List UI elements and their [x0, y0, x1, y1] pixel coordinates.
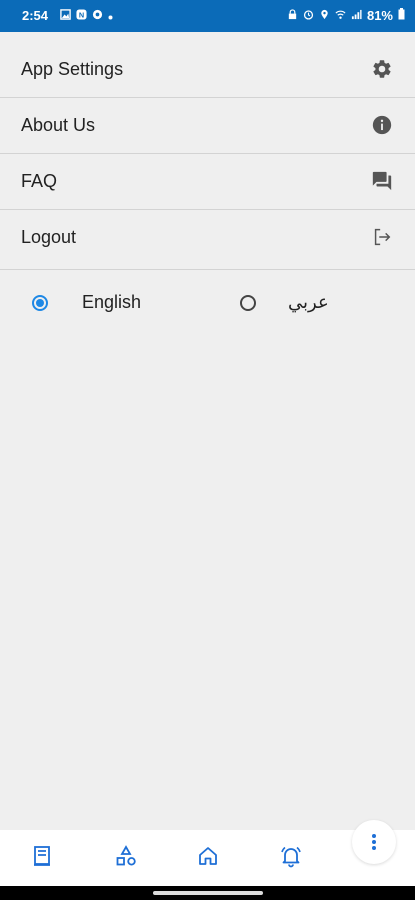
location-icon: [319, 8, 330, 23]
signal-icon: [351, 8, 362, 23]
chat-icon: [372, 171, 392, 191]
more-vert-icon[interactable]: [352, 820, 396, 864]
menu-item-about-us[interactable]: About Us: [0, 98, 415, 154]
lock-icon: [287, 8, 298, 23]
book-icon[interactable]: [30, 844, 54, 868]
menu-item-label: App Settings: [21, 59, 124, 79]
home-gesture-handle[interactable]: [153, 891, 263, 895]
status-right-icons: 81%: [287, 8, 405, 23]
wifi-icon: [335, 8, 346, 23]
n-badge-icon: N: [76, 8, 87, 23]
menu-item-logout[interactable]: Logout: [0, 210, 415, 270]
info-icon: [372, 115, 392, 135]
battery-level: 81%: [366, 8, 393, 23]
system-gesture-bar: [0, 886, 415, 900]
battery-icon: [398, 8, 405, 23]
menu-item-label: FAQ: [21, 171, 58, 191]
menu-list: App Settings About Us FAQ Logout: [0, 42, 415, 270]
language-label-arabic: عربي: [288, 292, 329, 312]
status-left-icons: N: [60, 8, 113, 23]
language-selector: English عربي: [0, 278, 415, 328]
language-label-english: English: [82, 292, 142, 312]
gallery-icon: [60, 8, 71, 23]
shapes-icon[interactable]: [114, 844, 138, 868]
menu-item-label: Logout: [21, 227, 77, 247]
gear-icon: [373, 60, 391, 78]
menu-item-faq[interactable]: FAQ: [0, 154, 415, 210]
status-bar: 2:54 N 81%: [0, 0, 415, 32]
dot-icon: [108, 8, 113, 23]
svg-text:N: N: [79, 10, 84, 19]
alarm-icon: [303, 8, 314, 23]
app-icon: [92, 8, 103, 23]
status-time: 2:54: [22, 8, 49, 23]
radio-arabic[interactable]: [240, 295, 256, 311]
logout-icon: [374, 228, 391, 246]
radio-english[interactable]: [32, 295, 48, 311]
home-icon[interactable]: [196, 844, 220, 868]
menu-item-app-settings[interactable]: App Settings: [0, 42, 415, 98]
bell-icon[interactable]: [279, 844, 303, 868]
menu-item-label: About Us: [21, 115, 96, 135]
